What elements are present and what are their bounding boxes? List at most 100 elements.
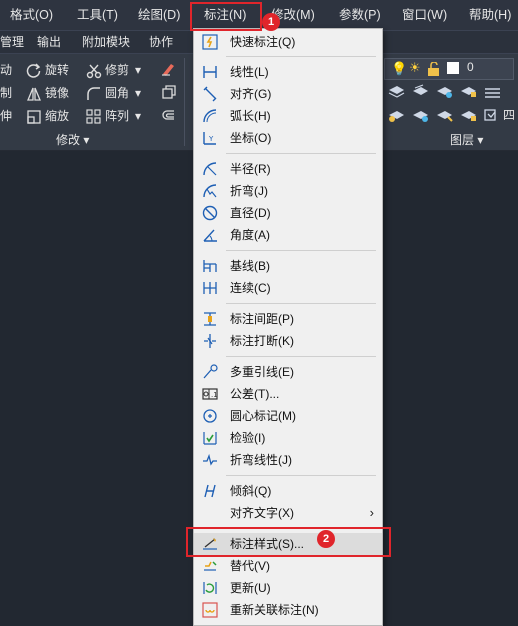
chevron-down-icon[interactable]: ▾: [135, 63, 141, 77]
menu-separator: [226, 250, 376, 251]
rotate-command[interactable]: 旋转: [26, 60, 69, 80]
svg-text:Y: Y: [208, 135, 214, 143]
menu-item-reassociate[interactable]: 重新关联标注(N): [194, 599, 382, 621]
lightbulb-icon: 💡: [391, 61, 408, 76]
override-icon: [204, 561, 217, 571]
quick-dimension-icon: [202, 34, 218, 50]
reassociate-icon: [202, 602, 218, 618]
linear-icon: [203, 66, 217, 78]
fillet-icon: [87, 87, 100, 100]
layer-properties-icon[interactable]: [388, 84, 405, 98]
menu-item-diameter[interactable]: 直径(D): [194, 202, 382, 224]
ordinate-icon: Y: [203, 132, 216, 145]
menu-item-tolerance[interactable]: .1 公差(T)...: [194, 383, 382, 405]
chevron-down-icon[interactable]: ▾: [135, 109, 141, 123]
menu-item-override[interactable]: 替代(V): [194, 555, 382, 577]
layer-isolate-icon[interactable]: [436, 84, 453, 98]
menu-item-angular[interactable]: 角度(A): [194, 224, 382, 246]
erase-icon[interactable]: [160, 61, 176, 77]
menu-tools[interactable]: 工具(T): [77, 0, 118, 30]
stretch-command[interactable]: 伸: [0, 106, 12, 126]
menu-item-ordinate[interactable]: Y 坐标(O): [194, 127, 382, 149]
rotate-icon: [26, 63, 41, 78]
tab-output[interactable]: 输出: [37, 31, 61, 53]
move-command[interactable]: 动: [0, 60, 12, 80]
highlight-box-dimension-menu: [190, 2, 262, 31]
modify-panel-title[interactable]: 修改 ▾: [56, 131, 89, 148]
jogged-linear-icon: [203, 453, 217, 466]
angular-icon: [203, 229, 217, 242]
menu-separator: [226, 356, 376, 357]
menu-item-dim-space[interactable]: 标注间距(P): [194, 308, 382, 330]
menu-item-quick-dimension[interactable]: 快速标注(Q): [194, 31, 382, 53]
step-badge-2: 2: [317, 530, 335, 548]
layer-state-icon[interactable]: [412, 84, 429, 98]
fillet-command[interactable]: 圆角 ▾: [86, 83, 141, 103]
chevron-down-icon[interactable]: ▾: [135, 86, 141, 100]
array-icon: [86, 109, 101, 124]
menu-item-inspect[interactable]: 检验(I): [194, 427, 382, 449]
scale-icon: [27, 110, 41, 124]
dim-space-icon: [204, 312, 216, 326]
layer-copy-icon[interactable]: [484, 108, 501, 122]
panel-divider: [184, 58, 185, 146]
trim-command[interactable]: 修剪 ▾: [86, 60, 141, 80]
scale-command[interactable]: 缩放: [26, 106, 69, 126]
layer-color-swatch: [447, 62, 459, 74]
menu-item-center-mark[interactable]: 圆心标记(M): [194, 405, 382, 427]
menu-item-multileader[interactable]: 多重引线(E): [194, 361, 382, 383]
sun-icon: ☀: [409, 60, 421, 75]
menu-format[interactable]: 格式(O): [10, 0, 53, 30]
menu-item-continue[interactable]: 连续(C): [194, 277, 382, 299]
menu-item-arc-length[interactable]: 弧长(H): [194, 105, 382, 127]
menu-item-dim-break[interactable]: 标注打断(K): [194, 330, 382, 352]
mirror-icon: [27, 87, 41, 101]
baseline-icon: [203, 260, 217, 272]
array-command[interactable]: 阵列 ▾: [86, 106, 141, 126]
offset-icon[interactable]: [160, 108, 176, 124]
chevron-down-icon: ▾: [83, 133, 90, 147]
center-mark-icon: [203, 409, 217, 423]
menu-draw[interactable]: 绘图(D): [138, 0, 180, 30]
layer-panel-title[interactable]: 图层 ▾: [450, 131, 483, 148]
tab-collaborate[interactable]: 协作: [149, 31, 173, 53]
menu-window[interactable]: 窗口(W): [402, 0, 447, 30]
menu-separator: [226, 475, 376, 476]
menu-item-linear[interactable]: 线性(L): [194, 61, 382, 83]
menu-help[interactable]: 帮助(H): [469, 0, 511, 30]
layer-name: 0: [467, 60, 474, 74]
tolerance-icon: .1: [202, 388, 218, 400]
menu-item-radius[interactable]: 半径(R): [194, 158, 382, 180]
menu-parametric[interactable]: 参数(P): [339, 0, 381, 30]
layer-walk-icon[interactable]: [436, 108, 453, 122]
mirror-command[interactable]: 镜像: [26, 83, 69, 103]
layer-dropdown[interactable]: 💡 ☀ 0: [384, 58, 514, 80]
menu-item-update[interactable]: 更新(U): [194, 577, 382, 599]
lock-icon: [428, 62, 439, 76]
copy-command[interactable]: 制: [0, 83, 12, 103]
aligned-icon: [203, 86, 217, 102]
layer-match-icon[interactable]: [484, 84, 501, 98]
menu-item-jogged[interactable]: 折弯(J): [194, 180, 382, 202]
update-icon: [203, 582, 217, 594]
menu-item-baseline[interactable]: 基线(B): [194, 255, 382, 277]
tab-addins[interactable]: 附加模块: [82, 31, 130, 53]
menu-separator: [226, 56, 376, 57]
multileader-icon: [203, 364, 218, 379]
arc-length-icon: [203, 109, 217, 123]
continue-icon: [203, 282, 217, 294]
layer-off-icon[interactable]: [412, 108, 429, 122]
menu-item-jogged-linear[interactable]: 折弯线性(J): [194, 449, 382, 471]
chevron-down-icon: ▾: [477, 133, 484, 147]
layer-freeze-icon[interactable]: [460, 84, 477, 98]
inspect-icon: [203, 432, 217, 445]
explode-icon[interactable]: [160, 85, 176, 101]
menu-item-align-text[interactable]: 对齐文字(X) ›: [194, 502, 382, 524]
layer-current-icon[interactable]: [388, 108, 405, 122]
tab-manage[interactable]: 管理: [0, 31, 24, 53]
menu-item-oblique[interactable]: 倾斜(Q): [194, 480, 382, 502]
diameter-icon: [202, 205, 218, 221]
highlight-box-dim-style: [186, 527, 391, 557]
layer-lock-icon[interactable]: [460, 108, 477, 122]
menu-item-aligned[interactable]: 对齐(G): [194, 83, 382, 105]
